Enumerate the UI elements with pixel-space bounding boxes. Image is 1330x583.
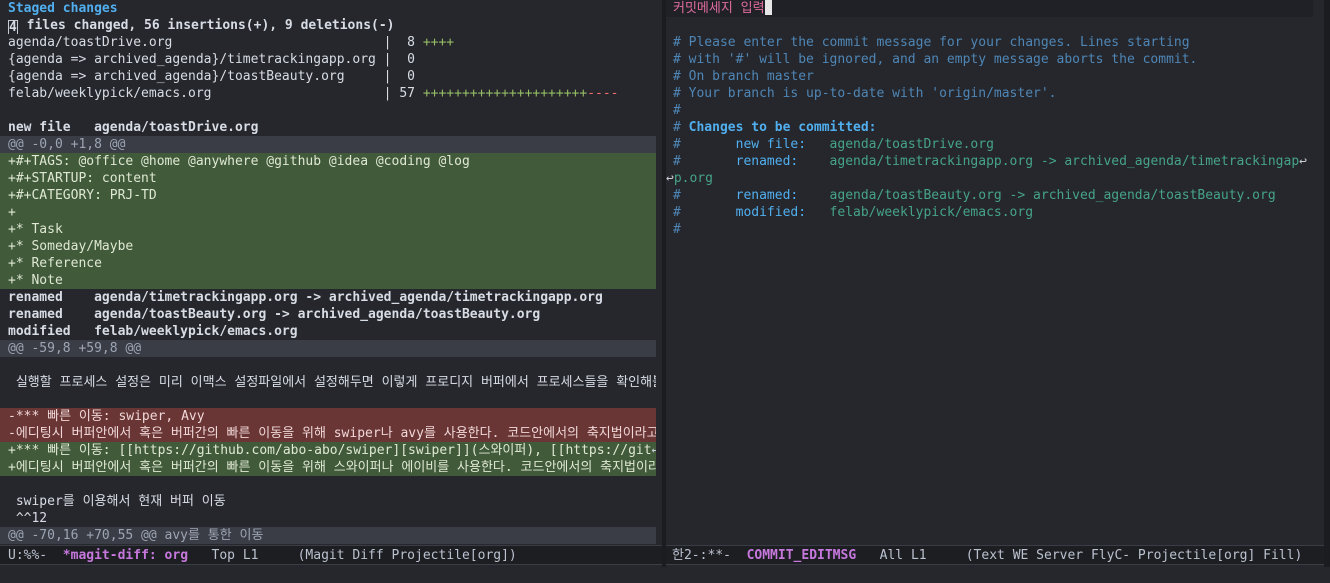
wrapped-line[interactable]: ↩p.org	[666, 170, 1306, 187]
comment-line[interactable]: # Please enter the commit message for yo…	[666, 34, 1313, 51]
magit-diff-window[interactable]: Staged changes 44 files changed, 56 inse…	[0, 0, 662, 545]
added-line[interactable]: +*** 빠른 이동: [[https://github.com/abo-abo…	[0, 442, 656, 459]
modeline-buffer-name[interactable]: COMMIT_EDITMSG	[747, 548, 857, 563]
cursor: 4	[8, 20, 18, 34]
added-line[interactable]: +에디팅시 버퍼안에서 혹은 버퍼간의 빠른 이동을 위해 스와이퍼나 에이비를…	[0, 459, 656, 476]
comment-line[interactable]: # with '#' will be ignored, and an empty…	[666, 51, 1313, 68]
removed-line[interactable]: -*** 빠른 이동: swiper, Avy	[0, 408, 656, 425]
changes-heading-line[interactable]: # Changes to be committed:	[666, 119, 1313, 136]
commit-title: 커밋메세지 입력	[673, 1, 765, 16]
context-line[interactable]: ^^12	[0, 510, 656, 527]
wrap-icon: ↩	[666, 171, 674, 186]
modeline-state: 한2-:**-	[672, 548, 747, 563]
stat-line[interactable]: agenda/toastDrive.org | 8 ++++	[0, 34, 656, 51]
added-line[interactable]: +* Someday/Maybe	[0, 238, 656, 255]
comment-line[interactable]: # On branch master	[666, 68, 1313, 85]
comment-line[interactable]: #	[666, 221, 1313, 238]
change-entry[interactable]: # renamed: agenda/toastBeauty.org -> arc…	[666, 187, 1313, 204]
modeline-left[interactable]: U:%%- *magit-diff: org Top L1 (Magit Dif…	[0, 545, 662, 565]
added-line[interactable]: +	[0, 204, 656, 221]
context-line[interactable]: swiper를 이용해서 현재 버퍼 이동	[0, 493, 656, 510]
file-section-modified[interactable]: modified felab/weeklypick/emacs.org	[0, 323, 656, 340]
file-section-renamed[interactable]: renamed agenda/toastBeauty.org -> archiv…	[0, 306, 656, 323]
commit-message-window[interactable]: 커밋메세지 입력 # Please enter the commit messa…	[666, 0, 1324, 545]
frame-edge	[1324, 0, 1330, 583]
added-line[interactable]: +#+CATEGORY: PRJ-TD	[0, 187, 656, 204]
change-entry[interactable]: # renamed: agenda/timetrackingapp.org ->…	[666, 153, 1313, 170]
context-line[interactable]: 실행할 프로세스 설정은 미리 이맥스 설정파일에서 설정해두면 이렇게 프로디…	[0, 374, 656, 391]
diff-summary[interactable]: 44 files changed, 56 insertions(+), 9 de…	[0, 17, 656, 34]
modeline-buffer-name[interactable]: *magit-diff: org	[63, 548, 188, 563]
continuation-icon: ↩	[651, 443, 656, 458]
modeline-position: Top L1	[188, 548, 298, 563]
added-line[interactable]: +* Task	[0, 221, 656, 238]
hunk-header[interactable]: @@ -59,8 +59,8 @@	[0, 340, 656, 357]
changes-heading: Changes to be committed:	[688, 120, 877, 135]
added-line[interactable]: +* Reference	[0, 255, 656, 272]
modeline-modes[interactable]: (Text WE Server FlyC- Projectile[org] Fi…	[966, 548, 1303, 563]
modeline-state: U:%%-	[8, 548, 63, 563]
minibuffer[interactable]	[0, 567, 1330, 583]
stat-line[interactable]: {agenda => archived_agenda}/toastBeauty.…	[0, 68, 656, 85]
removed-line[interactable]: -에디팅시 버퍼안에서 혹은 버퍼간의 빠른 이동을 위해 swiper나 av…	[0, 425, 656, 442]
stat-line[interactable]: {agenda => archived_agenda}/timetracking…	[0, 51, 656, 68]
commit-title-line[interactable]: 커밋메세지 입력	[666, 0, 1313, 17]
cursor	[764, 0, 772, 15]
section-title: Staged changes	[8, 1, 118, 16]
file-section-newfile[interactable]: new file agenda/toastDrive.org	[0, 119, 656, 136]
change-entry[interactable]: # modified: felab/weeklypick/emacs.org	[666, 204, 1313, 221]
modeline-position: All L1	[856, 548, 966, 563]
wrap-icon: ↩	[1299, 154, 1307, 169]
added-line[interactable]: +#+TAGS: @office @home @anywhere @github…	[0, 153, 656, 170]
added-line[interactable]: +* Note	[0, 272, 656, 289]
comment-line[interactable]: # Your branch is up-to-date with 'origin…	[666, 85, 1313, 102]
change-entry[interactable]: # new file: agenda/toastDrive.org	[666, 136, 1313, 153]
stat-line[interactable]: felab/weeklypick/emacs.org | 57 ++++++++…	[0, 85, 656, 102]
added-line[interactable]: +#+STARTUP: content	[0, 170, 656, 187]
file-section-renamed[interactable]: renamed agenda/timetrackingapp.org -> ar…	[0, 289, 656, 306]
modeline-right[interactable]: 한2-:**- COMMIT_EDITMSG All L1 (Text WE S…	[666, 545, 1324, 565]
modeline-modes[interactable]: (Magit Diff Projectile[org])	[298, 548, 517, 563]
hunk-header[interactable]: @@ -70,16 +70,55 @@ avy를 통한 이동	[0, 527, 656, 544]
hunk-header[interactable]: @@ -0,0 +1,8 @@	[0, 136, 656, 153]
comment-line[interactable]: #	[666, 102, 1313, 119]
